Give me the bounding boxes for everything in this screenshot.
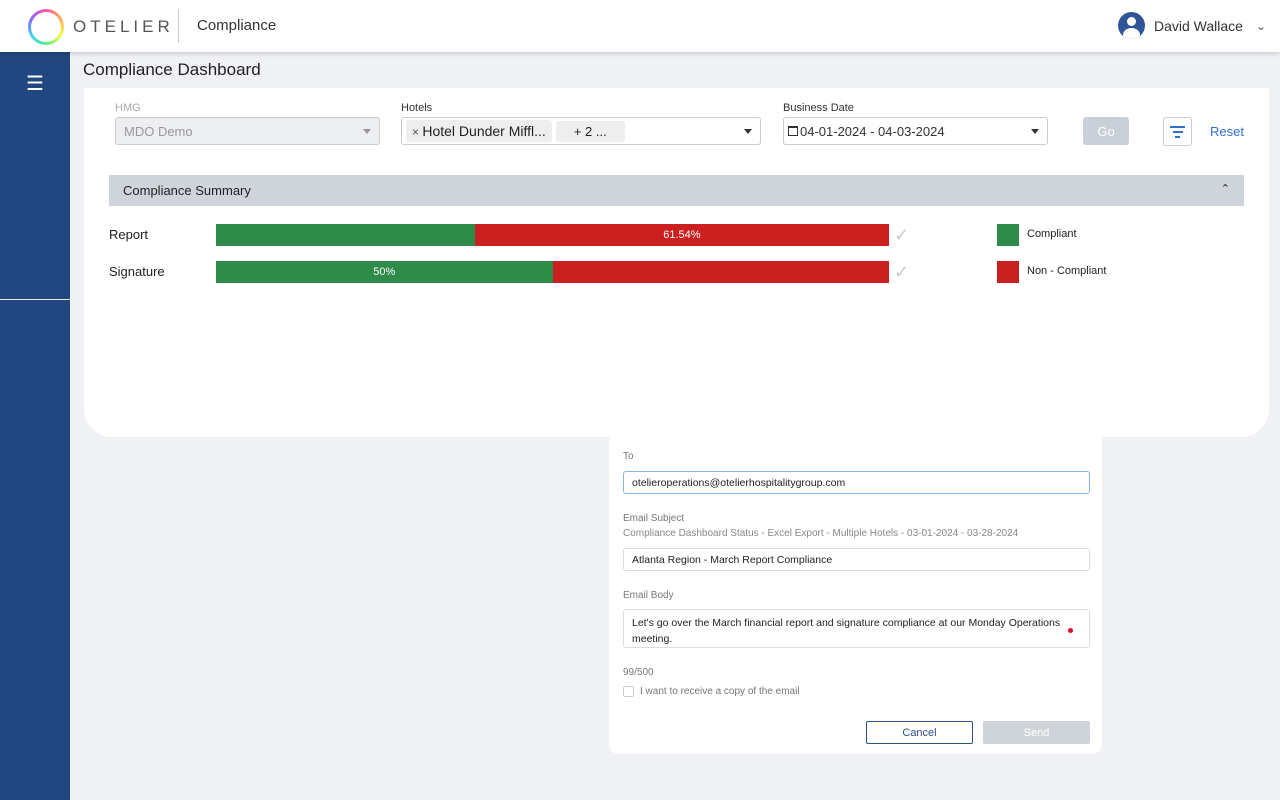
- legend-noncompliant-label: Non - Compliant: [1027, 265, 1107, 277]
- otelier-logo-icon: [28, 9, 64, 45]
- check-icon: ✓: [894, 262, 910, 282]
- hotel-chip-label: Hotel Dunder Miffl...: [422, 123, 546, 139]
- body-label: Email Body: [623, 590, 674, 601]
- email-dialog: To otelieroperations@otelierhospitalityg…: [609, 420, 1102, 754]
- business-date-label: Business Date: [783, 102, 854, 114]
- subject-input[interactable]: Atlanta Region - March Report Compliance: [623, 548, 1090, 571]
- remove-icon[interactable]: ×: [412, 125, 422, 139]
- reset-link[interactable]: Reset: [1210, 124, 1244, 139]
- report-bar: 61.54%: [216, 224, 889, 246]
- summary-title: Compliance Summary: [123, 183, 251, 198]
- logo-text: OTELIER: [73, 17, 174, 36]
- copy-label: I want to receive a copy of the email: [640, 686, 800, 697]
- dashboard-card: HMG MDO Demo Hotels × Hotel Dunder Miffl…: [84, 88, 1269, 437]
- signature-bar: 50%: [216, 261, 889, 283]
- caret-down-icon: [363, 129, 371, 134]
- app-title: Compliance: [197, 17, 277, 34]
- copy-checkbox[interactable]: [623, 686, 634, 697]
- send-button[interactable]: Send: [983, 721, 1090, 744]
- hmg-value: MDO Demo: [124, 123, 193, 139]
- indicator-dot: [1068, 628, 1073, 633]
- legend-noncompliant-swatch: [997, 261, 1019, 283]
- hotel-chip[interactable]: × Hotel Dunder Miffl...: [406, 120, 552, 142]
- to-label: To: [623, 451, 634, 462]
- divider: [0, 299, 70, 300]
- hmg-select[interactable]: MDO Demo: [115, 117, 380, 145]
- signature-label: Signature: [109, 264, 165, 279]
- signature-compliant-segment: 50%: [216, 261, 553, 283]
- legend-compliant-label: Compliant: [1027, 228, 1077, 240]
- filter-button[interactable]: [1163, 117, 1192, 146]
- report-label: Report: [109, 227, 149, 242]
- report-compliant-segment: [216, 224, 475, 246]
- body-textarea[interactable]: Let's go over the March financial report…: [623, 609, 1090, 648]
- hmg-label: HMG: [115, 102, 141, 114]
- user-name: David Wallace: [1153, 17, 1243, 34]
- avatar-icon: [1117, 12, 1145, 39]
- page-title: Compliance Dashboard: [83, 60, 261, 79]
- go-button[interactable]: Go: [1083, 117, 1129, 145]
- divider: [178, 9, 179, 43]
- signature-noncompliant-segment: [552, 261, 889, 283]
- check-icon: ✓: [894, 225, 910, 245]
- caret-down-icon: [1031, 129, 1039, 134]
- hotels-select[interactable]: × Hotel Dunder Miffl... + 2 ...: [401, 117, 761, 145]
- business-date-value: 04-01-2024 - 04-03-2024: [800, 123, 945, 139]
- more-hotels-chip[interactable]: + 2 ...: [555, 120, 625, 142]
- report-noncompliant-segment: 61.54%: [474, 224, 889, 246]
- cancel-button[interactable]: Cancel: [866, 721, 973, 744]
- compliance-summary-header[interactable]: Compliance Summary ⌃: [109, 175, 1244, 206]
- hotels-label: Hotels: [401, 102, 433, 114]
- chevron-down-icon: ⌄: [1255, 18, 1266, 33]
- user-menu[interactable]: David Wallace ⌄: [1117, 12, 1266, 39]
- chevron-up-icon[interactable]: ⌃: [1221, 182, 1230, 195]
- char-count: 99/500: [623, 667, 654, 678]
- to-input[interactable]: otelieroperations@otelierhospitalitygrou…: [623, 471, 1090, 494]
- subject-default: Compliance Dashboard Status - Excel Expo…: [623, 528, 1019, 539]
- business-date-select[interactable]: 04-01-2024 - 04-03-2024: [783, 117, 1048, 145]
- legend-compliant-swatch: [997, 224, 1019, 246]
- calendar-icon: [788, 126, 798, 136]
- hamburger-menu-icon[interactable]: ☰: [26, 71, 44, 96]
- sidebar: ☰: [0, 52, 70, 800]
- subject-label: Email Subject: [623, 513, 685, 524]
- top-bar: OTELIER Compliance David Wallace ⌄: [0, 0, 1280, 52]
- caret-down-icon: [744, 129, 752, 134]
